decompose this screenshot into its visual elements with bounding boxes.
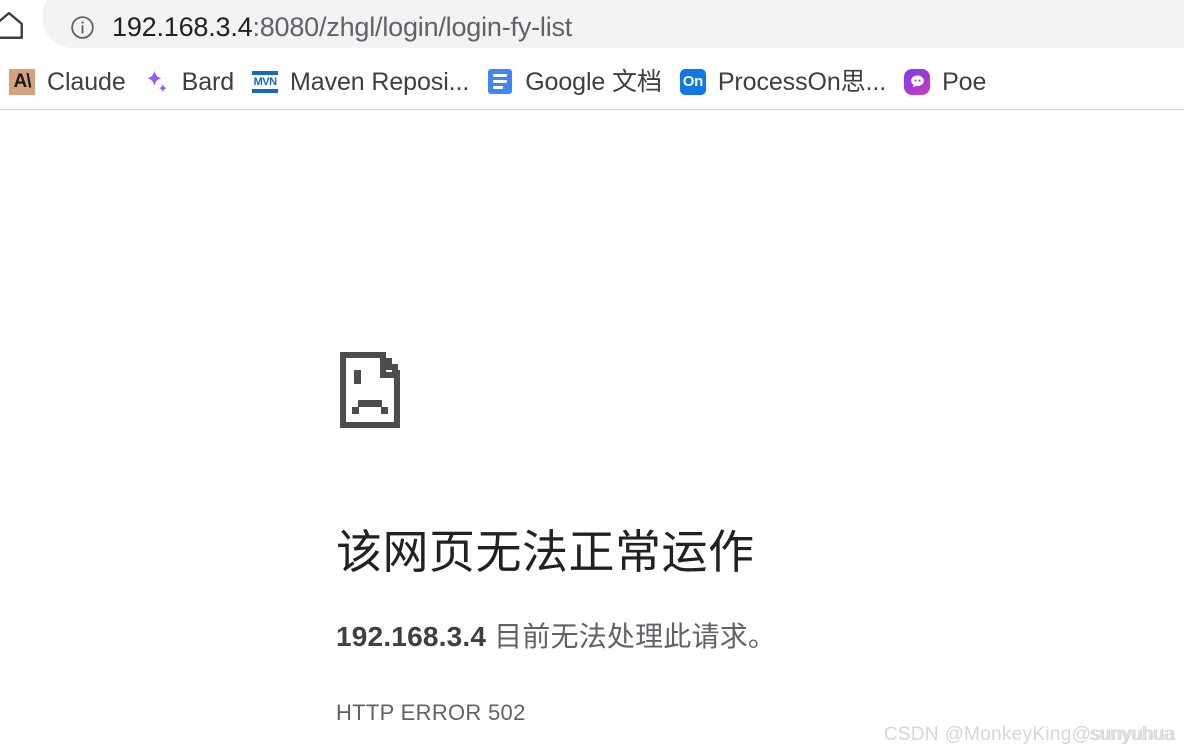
claude-icon: A\ (9, 68, 35, 95)
processon-icon: On (679, 68, 706, 95)
maven-icon-glyph: MVN (252, 70, 279, 93)
bookmark-claude[interactable]: A\ Claude (0, 60, 135, 104)
address-bar[interactable]: 192.168.3.4:8080/zhgl/login/login-fy-lis… (42, 0, 1184, 48)
bookmarks-bar: A\ Claude Bard MVN Maven Reposi... Googl… (0, 55, 1184, 108)
bookmark-bard[interactable]: Bard (135, 60, 243, 104)
poe-icon (904, 68, 931, 95)
browser-chrome: 192.168.3.4:8080/zhgl/login/login-fy-lis… (0, 0, 1184, 110)
home-button[interactable] (0, 4, 30, 46)
bookmark-google-docs[interactable]: Google 文档 (478, 60, 671, 104)
error-subtitle-ip: 192.168.3.4 (336, 620, 487, 652)
bard-sparkle-icon (144, 69, 170, 95)
bookmark-label-maven-repository: Maven Reposi... (290, 67, 470, 96)
error-subtitle-text: 目前无法处理此请求。 (486, 620, 777, 652)
home-icon (0, 8, 26, 42)
sad-document-icon (336, 348, 404, 432)
bookmark-poe[interactable]: Poe (895, 60, 995, 104)
bookmark-processon[interactable]: On ProcessOn思... (671, 60, 895, 104)
error-subtitle: 192.168.3.4 目前无法处理此请求。 (336, 616, 1036, 658)
processon-icon-glyph: On (679, 68, 706, 95)
bookmark-label-processon: ProcessOn思... (717, 67, 887, 96)
bookmark-label-google-docs: Google 文档 (525, 67, 662, 96)
bookmark-maven-repository[interactable]: MVN Maven Reposi... (243, 60, 478, 104)
error-block: 该网页无法正常运作 192.168.3.4 目前无法处理此请求。 HTTP ER… (336, 348, 1036, 728)
error-page-content: 该网页无法正常运作 192.168.3.4 目前无法处理此请求。 HTTP ER… (0, 110, 1184, 752)
bookmark-label-poe: Poe (942, 67, 987, 96)
error-code: HTTP ERROR 502 (336, 699, 526, 725)
url-host: 192.168.3.4 (112, 12, 253, 42)
browser-toolbar: 192.168.3.4:8080/zhgl/login/login-fy-lis… (0, 0, 1184, 52)
maven-icon: MVN (252, 69, 279, 95)
page-title: 该网页无法正常运作 (336, 526, 755, 578)
bookmark-label-claude: Claude (47, 67, 126, 96)
url-path: :8080/zhgl/login/login-fy-list (252, 12, 573, 42)
info-circle-icon[interactable] (68, 13, 96, 41)
watermark-text-overlay: sunyuhua (1089, 724, 1174, 745)
google-docs-icon (487, 69, 513, 95)
address-bar-url: 192.168.3.4:8080/zhgl/login/login-fy-lis… (112, 10, 572, 44)
bookmark-label-bard: Bard (181, 67, 235, 96)
claude-icon-glyph: A\ (9, 68, 35, 95)
